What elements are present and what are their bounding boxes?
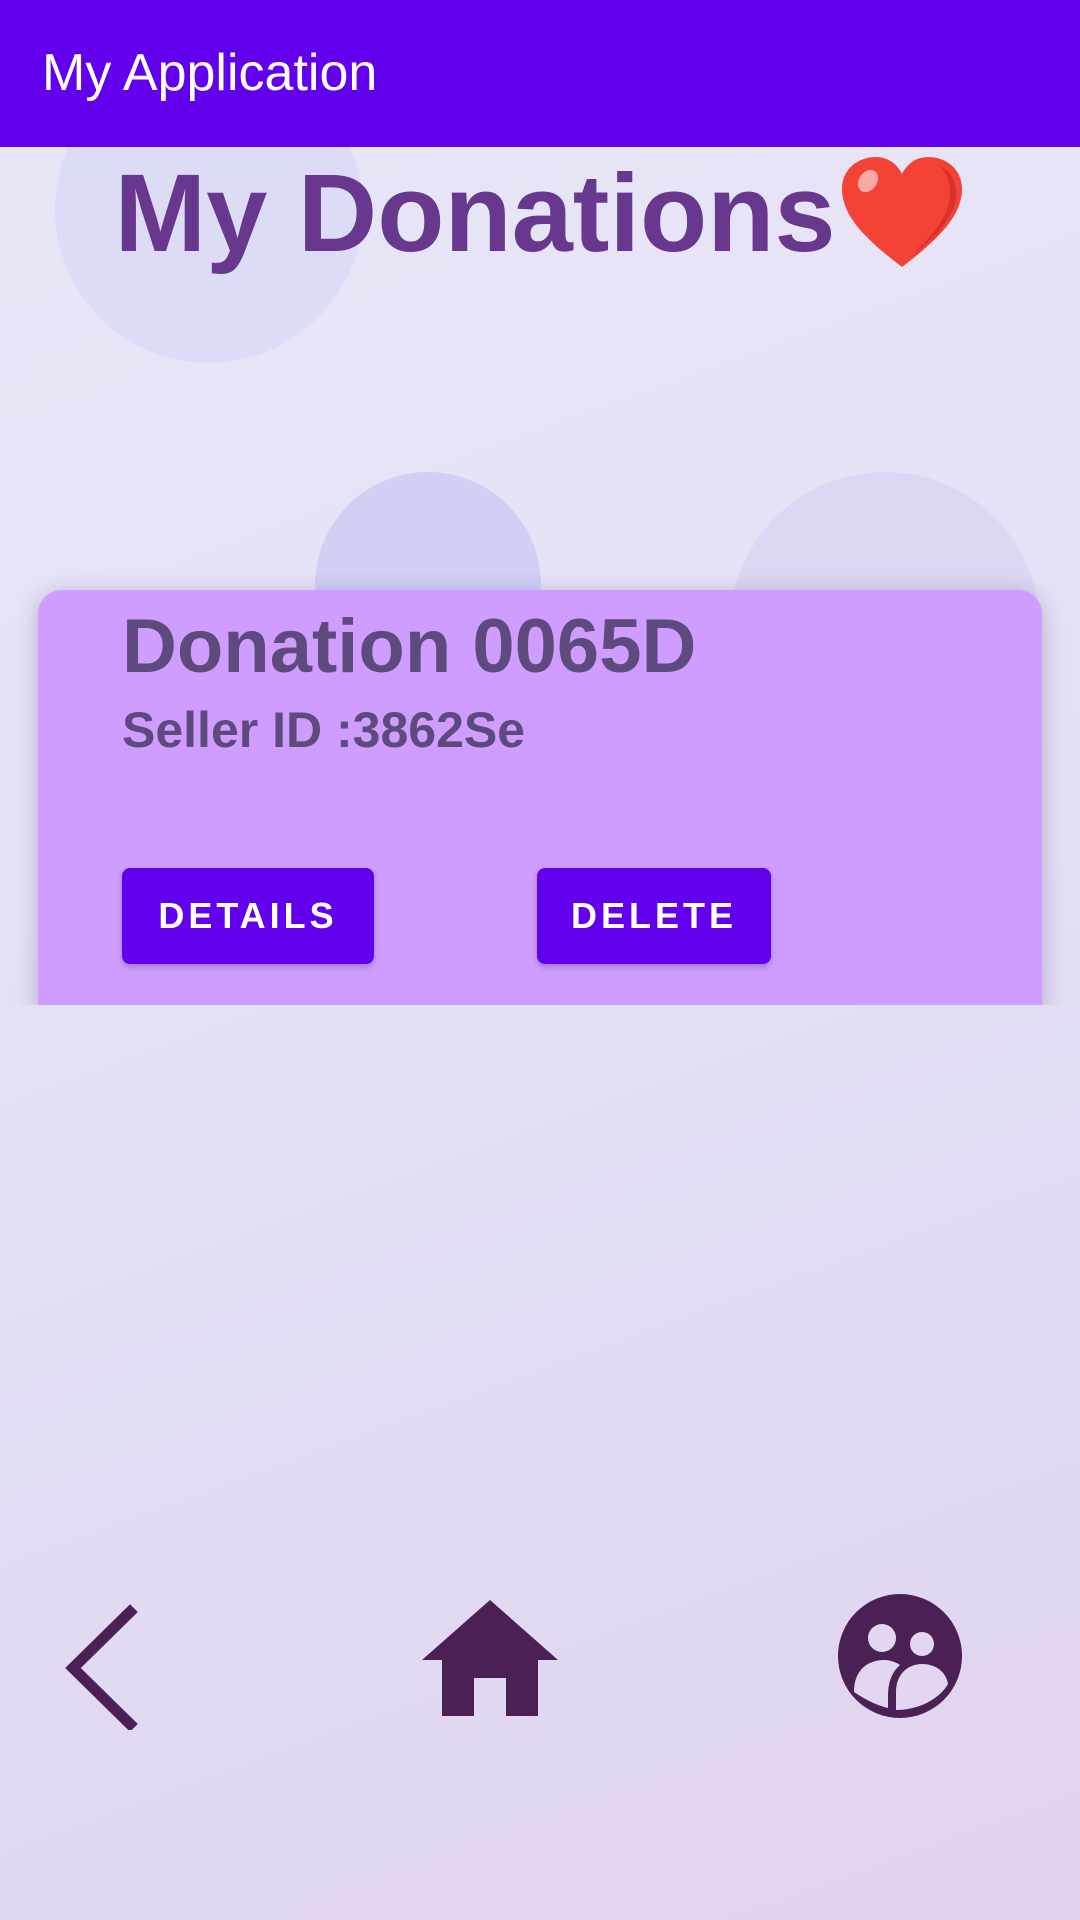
home-icon[interactable] — [420, 1598, 560, 1718]
donation-title: Donation 0065D — [122, 604, 697, 689]
page-title-text: My Donations — [114, 152, 836, 275]
details-button[interactable]: DETAILS — [122, 868, 374, 964]
people-icon[interactable] — [836, 1592, 964, 1720]
delete-button[interactable]: DELETE — [537, 868, 771, 964]
back-icon[interactable] — [55, 1600, 145, 1730]
card-viewport: Donation 0065D Seller ID :3862Se DETAILS… — [0, 560, 1080, 1005]
heart-icon — [841, 157, 962, 267]
screen: My Application My Donations Donation 006… — [0, 0, 1080, 1920]
donation-card: Donation 0065D Seller ID :3862Se DETAILS… — [38, 590, 1042, 1005]
seller-id: Seller ID :3862Se — [122, 702, 526, 758]
page-title: My Donations — [0, 150, 1080, 278]
app-bar: My Application — [0, 0, 1080, 147]
app-bar-title: My Application — [42, 44, 378, 102]
